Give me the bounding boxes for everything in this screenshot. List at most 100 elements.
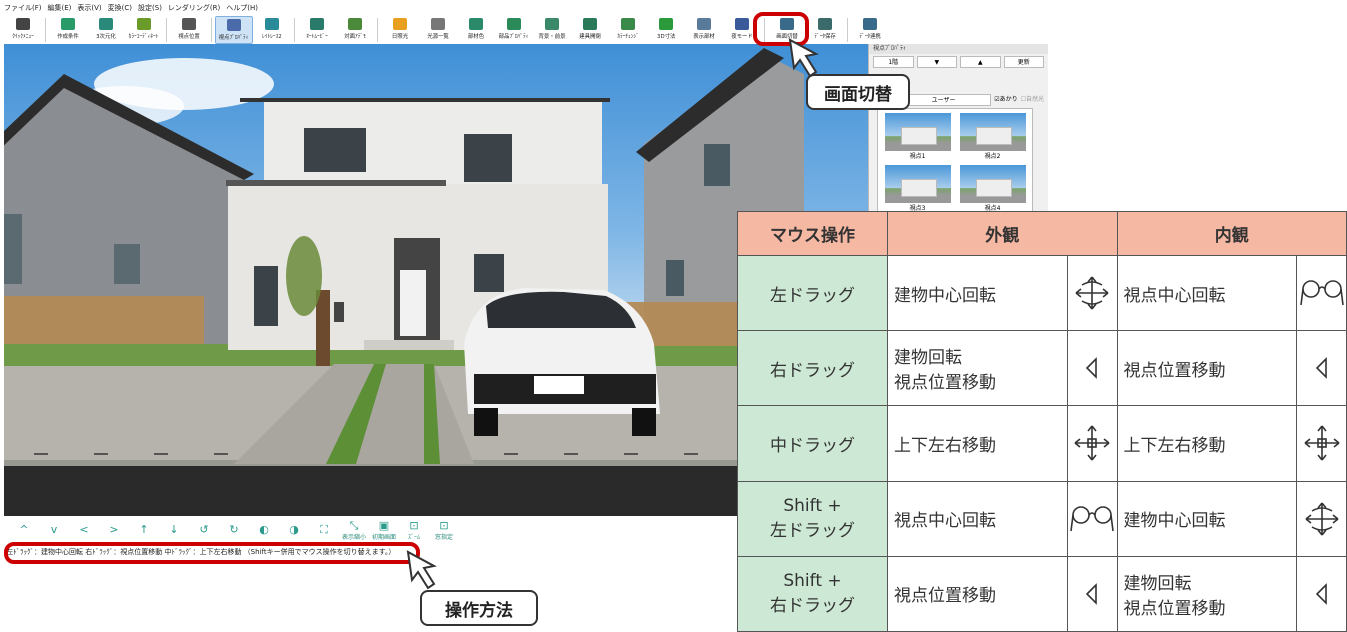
- check-sun[interactable]: ☐自然光: [1021, 94, 1044, 106]
- view-control-icon: ⊡: [409, 518, 419, 532]
- callout-operation: 操作方法: [420, 590, 538, 626]
- toolbar-button-color-change[interactable]: ｶﾗｰﾁｪﾝｼﾞ: [609, 16, 647, 44]
- data-link-icon: [863, 18, 877, 30]
- background-icon: [545, 18, 559, 30]
- toolbar-label: 日照光: [391, 33, 409, 40]
- menu-item[interactable]: 編集(E): [48, 3, 72, 13]
- table-row: 右ドラッグ 建物回転 視点位置移動 視点位置移動: [737, 330, 1347, 407]
- menu-item[interactable]: レンダリング(R): [168, 3, 220, 13]
- material-color-icon: [469, 18, 483, 30]
- table-row: Shift + 右ドラッグ 視点位置移動 建物回転 視点位置移動: [737, 555, 1347, 632]
- toolbar-button-camera-property[interactable]: 視点ﾌﾟﾛﾊﾟﾃｨ: [215, 16, 253, 44]
- door-icon: [583, 18, 597, 30]
- toolbar-button-display-material[interactable]: 表示部材: [685, 16, 723, 44]
- view-control-button[interactable]: ⤡ 表示縮小: [342, 519, 366, 541]
- toolbar-button-camera[interactable]: 視点位置: [170, 16, 208, 44]
- toolbar-button-material-color[interactable]: 部材色: [457, 16, 495, 44]
- menu-bar: ファイル(F) 編集(E) 表示(V) 変換(C) 設定(S) レンダリング(R) ヘルプ(…: [0, 0, 760, 16]
- toolbar-label: ｸｲｯｸﾒﾆｭｰ: [12, 33, 34, 40]
- thumbnail-label: 視点2: [984, 153, 1001, 160]
- palette-icon: [137, 18, 151, 30]
- toolbar-button-dimension-3d[interactable]: 3D寸法: [647, 16, 685, 44]
- check-sun-label: 自然光: [1025, 96, 1044, 103]
- viewpoint-thumbnail[interactable]: 視点4: [957, 165, 1028, 213]
- night-mode-icon: [735, 18, 749, 30]
- toolbar-button-sun[interactable]: 日照光: [381, 16, 419, 44]
- menu-item[interactable]: ヘルプ(H): [226, 3, 258, 13]
- toolbar-button-cube[interactable]: 3次元化: [87, 16, 125, 44]
- view-control-label: 初期画面: [372, 533, 397, 541]
- menu-item[interactable]: 表示(V): [77, 3, 101, 13]
- row-operation: 中ドラッグ: [737, 405, 888, 482]
- check-light[interactable]: ☑あかり: [994, 94, 1017, 106]
- viewpoint-thumbnail[interactable]: 視点3: [882, 165, 953, 213]
- header-exterior: 外観: [887, 211, 1118, 256]
- toolbar-button-raytrace[interactable]: ﾚｲﾄﾚｰｽ2: [253, 16, 291, 44]
- thumbnail-label: 視点1: [909, 153, 926, 160]
- callout-screen-switch: 画面切替: [806, 74, 910, 110]
- menu-item[interactable]: 設定(S): [138, 3, 162, 13]
- header-interior: 内観: [1116, 211, 1347, 256]
- toolbar-button-data-link[interactable]: ﾃﾞｰﾀ連携: [851, 16, 889, 44]
- view-control-button[interactable]: ↓: [162, 524, 186, 536]
- view-control-button[interactable]: ↺: [192, 524, 216, 536]
- toolbar-button-settings[interactable]: 作成条件: [49, 16, 87, 44]
- view-control-button[interactable]: ^: [12, 524, 36, 536]
- table-row: 左ドラッグ 建物中心回転 視点中心回転: [737, 254, 1347, 332]
- cursor-arrow-icon: [406, 550, 437, 590]
- floor-select[interactable]: 1階: [873, 56, 914, 68]
- view-control-icon: ⛶: [320, 523, 328, 536]
- toolbar-button-background[interactable]: 背景・前景: [533, 16, 571, 44]
- cursor-icon: [1066, 330, 1118, 407]
- view-control-button[interactable]: ▣ 初期画面: [372, 519, 397, 541]
- check-light-label: あかり: [999, 96, 1018, 103]
- toolbar-button-palette[interactable]: ｶﾗｰｺｰﾃﾞｨﾈｰﾄ: [125, 16, 163, 44]
- movie-icon: [310, 18, 324, 30]
- toolbar-button-movie[interactable]: ｵｰﾄﾑｰﾋﾞｰ: [298, 16, 336, 44]
- raytrace-icon: [265, 18, 279, 30]
- view-control-icon: ⊡: [439, 518, 449, 532]
- sun-icon: [393, 18, 407, 30]
- row-interior-action: 建物回転 視点位置移動: [1116, 555, 1297, 632]
- view-control-icon: <: [79, 523, 89, 536]
- toolbar-label: 表示部材: [693, 33, 715, 40]
- display-material-icon: [697, 18, 711, 30]
- toolbar-label: ﾚｲﾄﾚｰｽ2: [262, 33, 282, 40]
- view-control-button[interactable]: ⊡ ｽﾞｰﾑ: [402, 518, 426, 541]
- view-control-button[interactable]: ⊡ 窓指定: [432, 518, 456, 541]
- color-change-icon: [621, 18, 635, 30]
- view-control-button[interactable]: v: [42, 524, 66, 536]
- toolbar-button-door[interactable]: 建具開閉: [571, 16, 609, 44]
- toolbar-label: 背景・前景: [538, 33, 566, 40]
- row-operation: 左ドラッグ: [737, 254, 888, 332]
- view-control-button[interactable]: <: [72, 524, 96, 536]
- toolbar-button-menu[interactable]: ｸｲｯｸﾒﾆｭｰ: [4, 16, 42, 44]
- toolbar-label: ﾃﾞｰﾀ連携: [859, 33, 881, 40]
- toolbar-button-demo[interactable]: 対面ｱﾃﾞﾓ: [336, 16, 374, 44]
- view-control-button[interactable]: ◑: [282, 524, 306, 536]
- viewpoint-thumbnail[interactable]: 視点1: [882, 113, 953, 161]
- camera-property-icon: [227, 19, 241, 31]
- down-button[interactable]: ▼: [916, 56, 957, 68]
- view-control-button[interactable]: ⛶: [312, 524, 336, 536]
- refresh-button[interactable]: 更新: [1003, 56, 1044, 68]
- viewpoint-thumbnail[interactable]: 視点2: [957, 113, 1028, 161]
- menu-item[interactable]: 変換(C): [108, 3, 132, 13]
- toolbar-button-part-property[interactable]: 部品ﾌﾟﾛﾊﾟﾃｨ: [495, 16, 533, 44]
- view-control-button[interactable]: >: [102, 524, 126, 536]
- view-control-icon: ^: [19, 523, 29, 536]
- view-control-button[interactable]: ↻: [222, 524, 246, 536]
- panel-title: 視点ﾌﾟﾛﾊﾟﾃｨ: [869, 44, 1048, 54]
- view-control-button[interactable]: ◐: [252, 524, 276, 536]
- view-control-icon: ◐: [259, 523, 269, 536]
- light-list-icon: [431, 18, 445, 30]
- toolbar-label: ｵｰﾄﾑｰﾋﾞｰ: [306, 33, 328, 40]
- view-control-button[interactable]: ↑: [132, 524, 156, 536]
- toolbar-button-light-list[interactable]: 光源一覧: [419, 16, 457, 44]
- menu-item[interactable]: ファイル(F): [4, 3, 42, 13]
- row-exterior-action: 視点位置移動: [887, 555, 1068, 632]
- view-control-icon: ↺: [199, 523, 209, 536]
- tab-user[interactable]: ユーザー: [896, 94, 992, 106]
- up-button[interactable]: ▲: [960, 56, 1001, 68]
- row-operation: 右ドラッグ: [737, 330, 888, 407]
